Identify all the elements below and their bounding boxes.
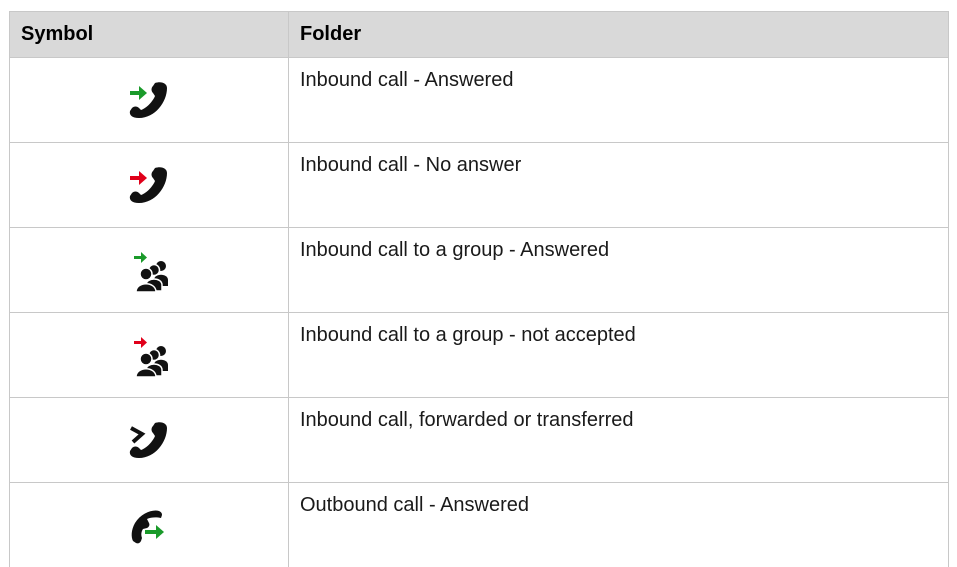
inbound-forwarded-icon [129, 422, 167, 458]
symbol-cell [9, 398, 288, 482]
inbound-group-answered-icon [134, 252, 168, 293]
table-row: Inbound call - No answer [9, 143, 949, 228]
header-symbol: Symbol [21, 23, 94, 45]
table-row: Inbound call - Answered [9, 58, 949, 143]
symbol-cell [9, 143, 288, 227]
column-divider [288, 313, 289, 397]
column-divider [288, 12, 289, 57]
folder-label: Inbound call to a group - Answered [300, 239, 610, 261]
border-right [948, 143, 949, 227]
column-divider [288, 58, 289, 142]
border-right [948, 313, 949, 397]
border-right [948, 398, 949, 482]
symbol-cell [9, 58, 288, 142]
folder-label: Outbound call - Answered [300, 494, 530, 516]
table-row: Inbound call, forwarded or transferred [9, 398, 949, 483]
inbound-no-answer-icon [129, 167, 167, 203]
table-row: Inbound call to a group - not accepted [9, 313, 949, 398]
folder-label: Inbound call - No answer [300, 154, 522, 176]
column-divider [288, 483, 289, 567]
table-header: Symbol Folder [9, 11, 949, 58]
column-divider [288, 398, 289, 482]
symbol-cell [9, 228, 288, 312]
column-divider [288, 143, 289, 227]
border-right [948, 12, 949, 57]
folder-label: Inbound call to a group - not accepted [300, 324, 636, 346]
border-left [9, 12, 10, 57]
border-right [948, 58, 949, 142]
inbound-group-not-accepted-icon [134, 337, 168, 378]
symbol-cell [9, 483, 288, 567]
folder-label: Inbound call, forwarded or transferred [300, 409, 634, 431]
table-row: Outbound call - Answered [9, 483, 949, 567]
column-divider [288, 228, 289, 312]
border-right [948, 228, 949, 312]
outbound-answered-icon [131, 510, 164, 544]
symbol-cell [9, 313, 288, 397]
table-row: Inbound call to a group - Answered [9, 228, 949, 313]
inbound-answered-icon [129, 82, 167, 118]
border-right [948, 483, 949, 567]
call-symbols-table: Symbol Folder Inbound call - Answered In… [9, 11, 949, 567]
header-folder: Folder [300, 23, 362, 45]
folder-label: Inbound call - Answered [300, 69, 514, 91]
